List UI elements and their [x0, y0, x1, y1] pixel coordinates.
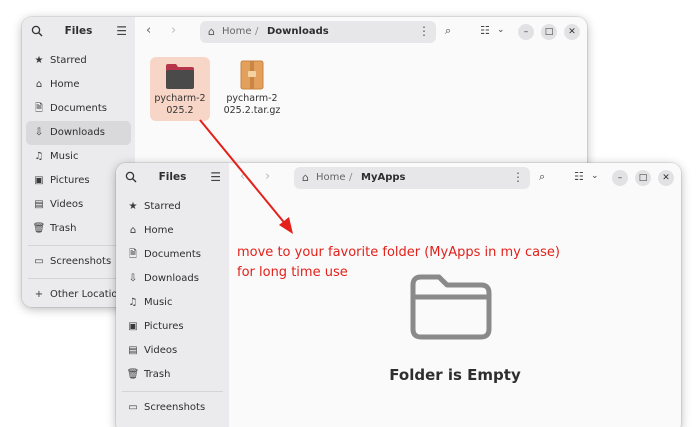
- annotation-arrow: [199, 119, 293, 234]
- annotation-text-line1: move to your favorite folder (MyApps in …: [237, 245, 560, 260]
- annotation-text-line2: for long time use: [237, 265, 348, 280]
